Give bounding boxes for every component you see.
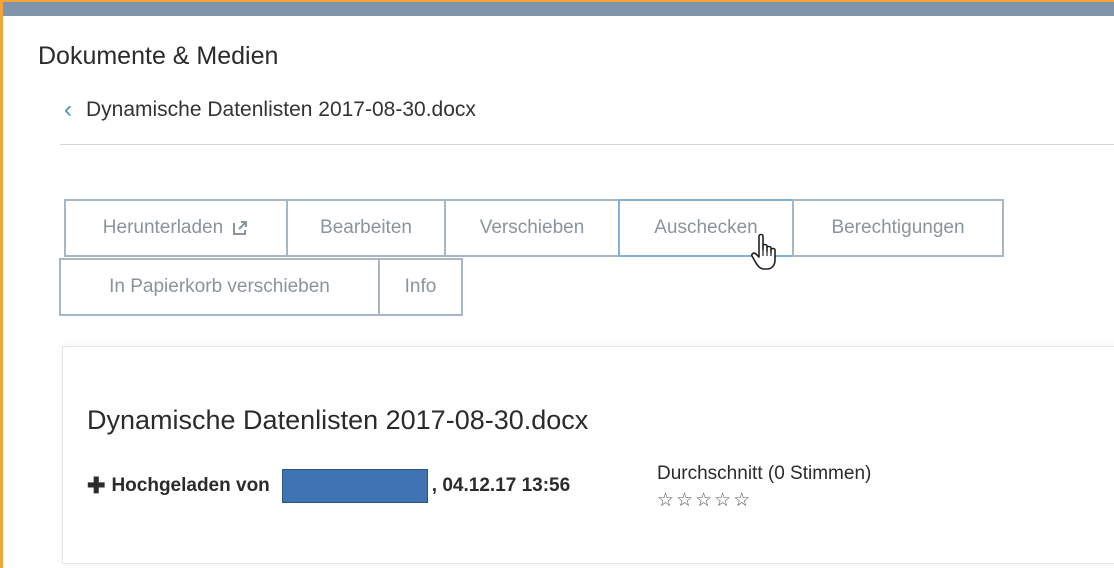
download-button[interactable]: Herunterladen xyxy=(64,199,288,257)
download-button-label[interactable]: Herunterladen xyxy=(103,217,223,239)
document-title: Dynamische Datenlisten 2017-08-30.docx xyxy=(87,405,589,435)
star-icon[interactable]: ☆ xyxy=(714,490,733,511)
upload-info[interactable]: ✚ Hochgeladen von , 04.12.17 13:56 xyxy=(87,469,570,503)
chevron-left-icon[interactable]: ‹ xyxy=(64,98,72,122)
star-icon[interactable]: ☆ xyxy=(695,490,714,511)
permissions-button[interactable]: Berechtigungen xyxy=(792,199,1004,257)
move-to-trash-button[interactable]: In Papierkorb verschieben xyxy=(59,258,380,316)
external-link-icon xyxy=(233,221,248,235)
uploaded-by-label: Hochgeladen von xyxy=(111,475,270,496)
redacted-username xyxy=(281,469,428,503)
document-card: Dynamische Datenlisten 2017-08-30.docx ✚… xyxy=(62,346,1114,564)
star-icon[interactable]: ☆ xyxy=(657,490,676,511)
back-link-label[interactable]: Dynamische Datenlisten 2017-08-30.docx xyxy=(86,98,476,122)
info-button[interactable]: Info xyxy=(378,258,463,316)
rating-widget: Durchschnitt (0 Stimmen) ☆☆☆☆☆ xyxy=(657,463,871,512)
hand-cursor-icon xyxy=(751,233,776,270)
plus-icon[interactable]: ✚ xyxy=(87,473,105,499)
upload-date: , 04.12.17 13:56 xyxy=(431,475,571,496)
star-icon[interactable]: ☆ xyxy=(733,490,752,511)
rating-stars[interactable]: ☆☆☆☆☆ xyxy=(657,489,871,512)
edit-button[interactable]: Bearbeiten xyxy=(286,199,446,257)
star-icon[interactable]: ☆ xyxy=(676,490,695,511)
portlet-title: Dokumente & Medien xyxy=(38,42,279,70)
top-bar xyxy=(3,2,1114,16)
header-divider xyxy=(60,144,1114,145)
back-link[interactable]: ‹ Dynamische Datenlisten 2017-08-30.docx xyxy=(64,98,476,122)
rating-label: Durchschnitt (0 Stimmen) xyxy=(657,463,872,484)
move-button[interactable]: Verschieben xyxy=(444,199,620,257)
